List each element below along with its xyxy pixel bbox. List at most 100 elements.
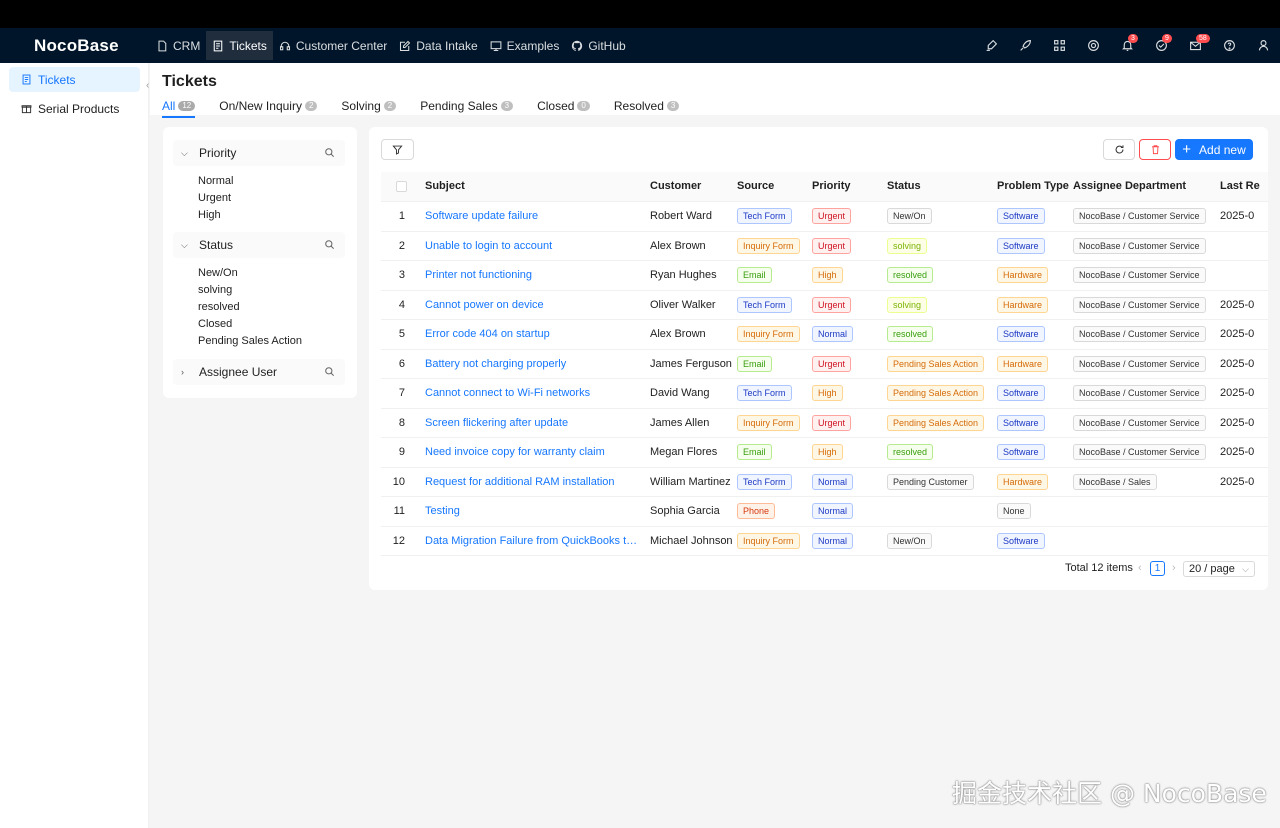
filter-option[interactable]: High: [198, 209, 221, 221]
ticket-subject-link[interactable]: Error code 404 on startup: [425, 328, 643, 340]
column-customer[interactable]: Customer: [650, 180, 701, 192]
ptype-tag: Software: [997, 415, 1045, 431]
source-tag: Tech Form: [737, 297, 792, 313]
row-number: 1: [371, 210, 405, 222]
add-new-button[interactable]: + Add new: [1175, 139, 1253, 160]
ticket-subject-link[interactable]: Printer not functioning: [425, 269, 643, 281]
filter-option[interactable]: Pending Sales Action: [198, 335, 302, 347]
ptype-tag: Software: [997, 533, 1045, 549]
column-subject[interactable]: Subject: [425, 180, 465, 192]
table-row[interactable]: 4Cannot power on deviceOliver WalkerTech…: [381, 291, 1268, 321]
dept-tag: NocoBase / Customer Service: [1073, 326, 1206, 342]
filter-option[interactable]: resolved: [198, 301, 240, 313]
customer-name: James Ferguson: [650, 358, 736, 370]
row-number: 11: [371, 505, 405, 517]
prev-page-icon[interactable]: ‹: [1138, 562, 1142, 574]
tab-resolved[interactable]: Resolved3: [614, 97, 679, 115]
next-page-icon[interactable]: ›: [1172, 562, 1176, 574]
ticket-subject-link[interactable]: Software update failure: [425, 210, 643, 222]
column-assignee-department[interactable]: Assignee Department: [1073, 180, 1186, 192]
rocket-icon[interactable]: [1008, 28, 1042, 63]
app-logo[interactable]: NocoBase: [0, 36, 150, 56]
ticket-subject-link[interactable]: Cannot connect to Wi-Fi networks: [425, 387, 643, 399]
table-row[interactable]: 8Screen flickering after updateJames All…: [381, 409, 1268, 439]
tab-count-badge: 2: [384, 101, 396, 111]
apps-icon[interactable]: [1042, 28, 1076, 63]
filter-group-assignee-user[interactable]: › Assignee User: [173, 359, 345, 385]
nav-item-github[interactable]: GitHub: [565, 31, 631, 60]
filter-option[interactable]: Closed: [198, 318, 232, 330]
filter-option[interactable]: Normal: [198, 175, 233, 187]
column-status[interactable]: Status: [887, 180, 921, 192]
nav-item-tickets[interactable]: Tickets: [206, 31, 273, 60]
ticket-subject-link[interactable]: Unable to login to account: [425, 240, 643, 252]
user-icon[interactable]: [1246, 28, 1280, 63]
tab-pending-sales[interactable]: Pending Sales3: [420, 97, 513, 115]
task-icon[interactable]: 9: [1144, 28, 1178, 63]
filter-option[interactable]: solving: [198, 284, 232, 296]
tab-all[interactable]: All12: [162, 97, 195, 115]
table-row[interactable]: 5Error code 404 on startupAlex BrownInqu…: [381, 320, 1268, 350]
filter-group-priority[interactable]: ⌵ Priority: [173, 140, 345, 166]
bell-icon[interactable]: 3: [1110, 28, 1144, 63]
column-last-response[interactable]: Last Re: [1220, 180, 1260, 192]
column-problem-type[interactable]: Problem Type: [997, 180, 1069, 192]
delete-button[interactable]: [1139, 139, 1171, 160]
table-row[interactable]: 2Unable to login to accountAlex BrownInq…: [381, 232, 1268, 262]
tab-solving[interactable]: Solving2: [341, 97, 396, 115]
table-row[interactable]: 1Software update failureRobert WardTech …: [381, 202, 1268, 232]
ticket-subject-link[interactable]: Testing: [425, 505, 643, 517]
search-icon[interactable]: [324, 147, 335, 158]
sidebar-item-serial-products[interactable]: Serial Products: [9, 96, 140, 121]
ticket-subject-link[interactable]: Screen flickering after update: [425, 417, 643, 429]
refresh-button[interactable]: [1103, 139, 1135, 160]
ticket-subject-link[interactable]: Cannot power on device: [425, 299, 643, 311]
nav-item-customer-center[interactable]: Customer Center: [273, 31, 393, 60]
status-tag: Pending Sales Action: [887, 356, 984, 372]
filter-button[interactable]: [381, 139, 414, 160]
priority-tag: Urgent: [812, 356, 851, 372]
tab-closed[interactable]: Closed0: [537, 97, 590, 115]
ticket-subject-link[interactable]: Data Migration Failure from QuickBooks t…: [425, 535, 643, 547]
table-row[interactable]: 3Printer not functioningRyan HughesEmail…: [381, 261, 1268, 291]
row-number: 6: [371, 358, 405, 370]
filter-group-status[interactable]: ⌵ Status: [173, 232, 345, 258]
table-row[interactable]: 6Battery not charging properlyJames Ferg…: [381, 350, 1268, 380]
nav-item-data-intake[interactable]: Data Intake: [393, 31, 483, 60]
theme-icon[interactable]: [974, 28, 1008, 63]
tab-label: Resolved: [614, 99, 664, 113]
nav-item-examples[interactable]: Examples: [484, 31, 566, 60]
status-tag: New/On: [887, 208, 932, 224]
table-row[interactable]: 12Data Migration Failure from QuickBooks…: [381, 527, 1268, 557]
nav-item-crm[interactable]: CRM: [150, 31, 206, 60]
search-icon[interactable]: [324, 366, 335, 377]
table-row[interactable]: 11TestingSophia GarciaPhoneNormalNone: [381, 497, 1268, 527]
sidebar-item-tickets[interactable]: Tickets: [9, 67, 140, 92]
column-source[interactable]: Source: [737, 180, 774, 192]
page-number-1[interactable]: 1: [1150, 561, 1165, 576]
nav-item-label: Tickets: [229, 39, 267, 53]
status-tag: solving: [887, 238, 927, 254]
sidebar: Tickets Serial Products: [0, 63, 149, 828]
ptype-tag: Software: [997, 444, 1045, 460]
column-priority[interactable]: Priority: [812, 180, 851, 192]
collapse-sidebar-icon[interactable]: ‹: [146, 80, 149, 91]
mail-icon[interactable]: 58: [1178, 28, 1212, 63]
help-icon[interactable]: [1212, 28, 1246, 63]
nav-item-label: Data Intake: [416, 39, 477, 53]
table-row[interactable]: 10Request for additional RAM installatio…: [381, 468, 1268, 498]
search-icon[interactable]: [324, 239, 335, 250]
gear-icon[interactable]: [1076, 28, 1110, 63]
filter-option[interactable]: Urgent: [198, 192, 231, 204]
ticket-subject-link[interactable]: Request for additional RAM installation: [425, 476, 643, 488]
ticket-subject-link[interactable]: Battery not charging properly: [425, 358, 643, 370]
filter-option[interactable]: New/On: [198, 267, 238, 279]
table-row[interactable]: 7Cannot connect to Wi-Fi networksDavid W…: [381, 379, 1268, 409]
table-row[interactable]: 9Need invoice copy for warranty claimMeg…: [381, 438, 1268, 468]
status-tag: Pending Sales Action: [887, 415, 984, 431]
ticket-subject-link[interactable]: Need invoice copy for warranty claim: [425, 446, 643, 458]
tab-on-new-inquiry[interactable]: On/New Inquiry2: [219, 97, 317, 115]
select-all-checkbox[interactable]: [396, 181, 407, 192]
source-tag: Inquiry Form: [737, 326, 800, 342]
page-size-select[interactable]: 20 / page ⌵: [1183, 561, 1255, 577]
